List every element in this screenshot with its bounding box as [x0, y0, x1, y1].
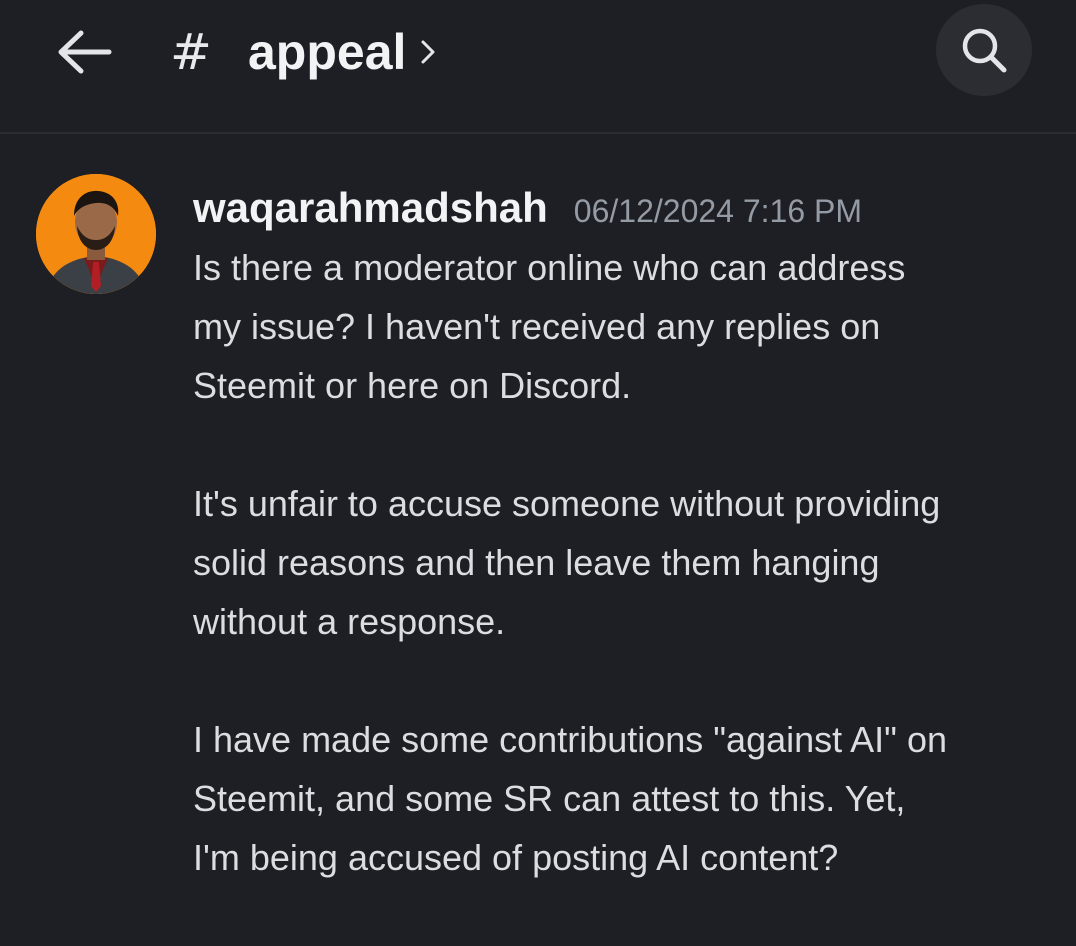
- search-button[interactable]: [936, 4, 1032, 96]
- message-content: Is there a moderator online who can addr…: [193, 238, 1059, 946]
- hash-icon: #: [170, 23, 212, 81]
- author-name[interactable]: waqarahmadshah: [193, 184, 548, 232]
- message-paragraph: Is there a moderator online who can addr…: [193, 238, 1059, 415]
- search-icon: [962, 28, 1007, 73]
- arrow-left-icon: [58, 30, 112, 74]
- message-paragraph: I have made some contributions "against …: [193, 710, 1059, 887]
- message-line: without a response.: [193, 601, 506, 642]
- message-line: It's unfair to accuse someone without pr…: [193, 483, 941, 524]
- channel-title-button[interactable]: # appeal: [170, 20, 436, 84]
- message-timestamp: 06/12/2024 7:16 PM: [573, 193, 863, 229]
- message-meta: waqarahmadshah 06/12/2024 7:16 PM: [193, 184, 862, 232]
- message-line: Steemit or here on Discord.: [193, 365, 632, 406]
- message-line: Is there a moderator online who can addr…: [193, 247, 906, 288]
- channel-name: appeal: [248, 24, 407, 80]
- channel-header: # appeal: [0, 0, 1076, 134]
- message-line: I have made some contributions "against …: [193, 719, 947, 760]
- avatar[interactable]: [36, 174, 156, 294]
- back-button[interactable]: [48, 16, 120, 88]
- avatar-image: [36, 174, 156, 294]
- message-line: Steemit, and some SR can attest to this.…: [193, 778, 906, 819]
- message-line: solid reasons and then leave them hangin…: [193, 542, 880, 583]
- message-paragraph: It's unfair to accuse someone without pr…: [193, 474, 1059, 651]
- chevron-right-icon: [420, 39, 436, 65]
- message-line: my issue? I haven't received any replies…: [193, 306, 881, 347]
- message-line: I'm being accused of posting AI content?: [193, 837, 839, 878]
